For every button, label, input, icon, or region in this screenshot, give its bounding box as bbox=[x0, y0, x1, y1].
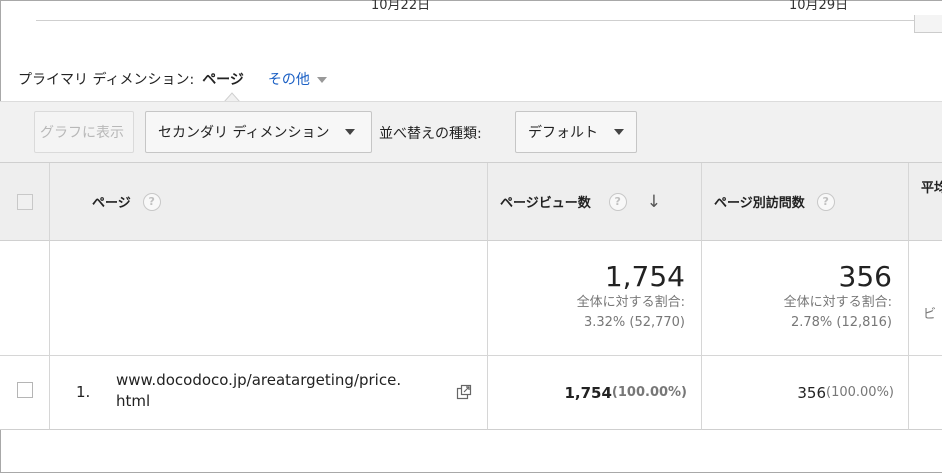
help-icon[interactable]: ? bbox=[142, 192, 161, 211]
row-checkbox[interactable] bbox=[16, 381, 33, 398]
totals-pageviews-share-label: 全体に対する割合: bbox=[576, 295, 685, 310]
table-toolbar: グラフに表示 セカンダリ ディメンション 並べ替えの種類: デフォルト bbox=[0, 101, 942, 163]
row-page-text-line1: www.docodoco.jp/areatargeting/price. bbox=[116, 371, 402, 389]
primary-dimension-other-label: その他 bbox=[267, 72, 310, 88]
totals-partial-share: ビ bbox=[923, 307, 937, 322]
totals-unique-pageviews-value: 356 bbox=[838, 260, 892, 293]
totals-empty-cell bbox=[0, 241, 50, 356]
table-row-partial-column bbox=[909, 356, 942, 430]
totals-unique-pageviews-share-label: 全体に対する割合: bbox=[783, 295, 892, 310]
row-pageviews-percent: (100.00%) bbox=[611, 385, 687, 400]
primary-dimension-other[interactable]: その他 bbox=[268, 69, 327, 89]
chart-strip: 10月22日 10月29日 bbox=[0, 0, 942, 40]
row-pageviews-value: 1,754 bbox=[564, 383, 612, 402]
primary-dimension-bar: プライマリ ディメンション: ページ その他 bbox=[18, 68, 327, 90]
table-row-select-cell bbox=[0, 356, 50, 430]
table-row-page-cell: 1. www.docodoco.jp/areatargeting/price. … bbox=[50, 356, 488, 430]
totals-label-cell bbox=[50, 241, 488, 356]
select-all-checkbox[interactable] bbox=[16, 193, 33, 210]
header-unique-pageviews-label: ページ別訪問数 bbox=[714, 196, 805, 211]
header-select-all-cell bbox=[0, 163, 50, 241]
chart-date-label: 10月29日 bbox=[789, 0, 849, 13]
totals-pageviews-value: 1,754 bbox=[604, 260, 685, 293]
secondary-dimension-label: セカンダリ ディメンション bbox=[158, 125, 330, 141]
totals-partial-column: ビ bbox=[909, 241, 942, 356]
chart-axis bbox=[36, 20, 914, 21]
header-partial-label: 平均 bbox=[921, 181, 942, 196]
totals-unique-pageviews-share: 2.78% (12,816) bbox=[790, 315, 892, 330]
header-partial-column[interactable]: 平均 bbox=[909, 163, 942, 241]
sort-type-value: デフォルト bbox=[528, 125, 598, 141]
totals-pageviews-share: 3.32% (52,770) bbox=[583, 315, 685, 330]
row-index: 1. bbox=[76, 383, 91, 401]
primary-dimension-label: プライマリ ディメンション: bbox=[18, 72, 195, 88]
row-unique-pageviews-value: 356 bbox=[797, 383, 827, 402]
table-row-unique-pageviews: 356 (100.00%) bbox=[702, 356, 909, 430]
secondary-dimension-dropdown[interactable]: セカンダリ ディメンション bbox=[145, 111, 372, 153]
header-unique-pageviews[interactable]: ページ別訪問数 ? bbox=[702, 163, 909, 241]
sort-type-label: 並べ替えの種類: bbox=[379, 126, 482, 142]
help-icon[interactable]: ? bbox=[608, 192, 627, 211]
external-link-icon[interactable] bbox=[456, 384, 472, 400]
sort-type-dropdown[interactable]: デフォルト bbox=[515, 111, 637, 153]
totals-unique-pageviews: 356 全体に対する割合: 2.78% (12,816) bbox=[702, 241, 909, 356]
row-unique-pageviews-percent: (100.00%) bbox=[826, 385, 894, 400]
header-pageviews[interactable]: ページビュー数 ? ↓ bbox=[488, 163, 702, 241]
totals-pageviews: 1,754 全体に対する割合: 3.32% (52,770) bbox=[488, 241, 702, 356]
row-page-link[interactable]: www.docodoco.jp/areatargeting/price. htm… bbox=[116, 370, 401, 412]
table-row-pageviews: 1,754 (100.00%) bbox=[488, 356, 702, 430]
primary-dimension-page[interactable]: ページ bbox=[202, 69, 244, 89]
header-page-label: ページ bbox=[92, 196, 131, 211]
show-in-graph-label: グラフに表示 bbox=[40, 125, 124, 141]
header-pageviews-label: ページビュー数 bbox=[500, 196, 591, 211]
chart-date-label: 10月22日 bbox=[371, 0, 431, 13]
sort-desc-icon[interactable]: ↓ bbox=[647, 192, 661, 212]
chart-scroll-handle[interactable] bbox=[914, 15, 942, 33]
header-page[interactable]: ページ ? bbox=[50, 163, 488, 241]
help-icon[interactable]: ? bbox=[816, 192, 835, 211]
show-in-graph-button[interactable]: グラフに表示 bbox=[34, 111, 134, 153]
chevron-down-icon bbox=[316, 77, 327, 83]
chevron-down-icon bbox=[614, 129, 624, 135]
row-page-text-line2: html bbox=[116, 392, 151, 410]
chevron-down-icon bbox=[345, 129, 356, 135]
